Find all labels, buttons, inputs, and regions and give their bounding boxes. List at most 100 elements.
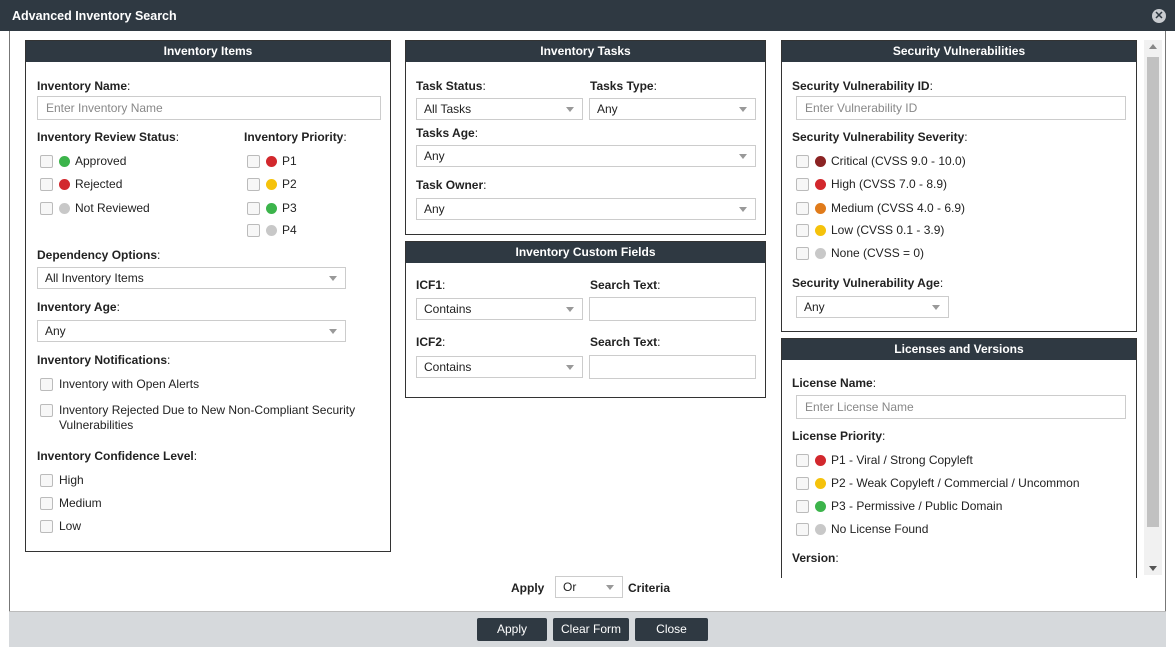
vulnerability-id-input[interactable]: Enter Vulnerability ID	[796, 96, 1126, 120]
red-license-icon	[815, 454, 826, 466]
licenses-header: Licenses and Versions	[782, 339, 1136, 360]
scrollbar[interactable]	[1144, 40, 1162, 575]
chevron-down-icon	[606, 585, 614, 590]
inventory-name-input[interactable]: Enter Inventory Name	[37, 96, 381, 120]
apply-button[interactable]: Apply	[477, 618, 547, 641]
tasks-type-select[interactable]: Any	[589, 98, 756, 120]
gray-severity-icon	[815, 247, 826, 259]
close-button[interactable]: Close	[635, 618, 708, 641]
scroll-up-icon[interactable]	[1149, 44, 1157, 49]
confidence-medium-checkbox[interactable]: Medium	[40, 496, 102, 510]
criteria-label: Criteria	[628, 581, 671, 595]
priority-p1-checkbox[interactable]: P1	[247, 154, 297, 168]
red-priority-icon	[266, 155, 277, 167]
task-owner-select[interactable]: Any	[416, 198, 756, 220]
dependency-options-label: Dependency Options:	[37, 248, 161, 262]
review-rejected-checkbox[interactable]: Rejected	[40, 177, 122, 191]
severity-low-checkbox[interactable]: Low (CVSS 0.1 - 3.9)	[796, 223, 944, 237]
gray-status-icon	[59, 202, 70, 214]
vulnerability-severity-label: Security Vulnerability Severity:	[792, 130, 968, 144]
inventory-tasks-header: Inventory Tasks	[406, 41, 765, 62]
chevron-down-icon	[932, 305, 940, 310]
priority-p3-checkbox[interactable]: P3	[247, 201, 297, 215]
icf1-operator-select[interactable]: Contains	[416, 298, 583, 320]
inventory-name-label: Inventory Name:	[37, 79, 131, 93]
rejected-noncompliant-checkbox[interactable]: Inventory Rejected Due to New Non-Compli…	[40, 403, 380, 433]
tasks-age-select[interactable]: Any	[416, 145, 756, 167]
gray-priority-icon	[266, 224, 277, 236]
yellow-license-icon	[815, 477, 826, 489]
inventory-age-label: Inventory Age:	[37, 300, 120, 314]
icf1-label: ICF1:	[416, 278, 446, 292]
task-status-select[interactable]: All Tasks	[416, 98, 583, 120]
priority-p4-checkbox[interactable]: P4	[247, 223, 297, 237]
confidence-low-checkbox[interactable]: Low	[40, 519, 81, 533]
chevron-down-icon	[329, 276, 337, 281]
license-name-label: License Name:	[792, 376, 877, 390]
license-priority-label: License Priority:	[792, 429, 886, 443]
confidence-level-label: Inventory Confidence Level:	[37, 449, 198, 463]
chevron-down-icon	[566, 307, 574, 312]
inventory-items-header: Inventory Items	[26, 41, 390, 62]
scroll-down-icon[interactable]	[1149, 566, 1157, 571]
gray-license-icon	[815, 523, 826, 535]
chevron-down-icon	[329, 329, 337, 334]
tasks-age-label: Tasks Age:	[416, 126, 479, 140]
icf2-operator-select[interactable]: Contains	[416, 356, 583, 378]
icf1-search-text-label: Search Text:	[590, 278, 661, 292]
criteria-operator-select[interactable]: Or	[555, 576, 623, 598]
dialog-title: Advanced Inventory Search	[12, 9, 177, 23]
tasks-type-label: Tasks Type:	[590, 79, 657, 93]
green-status-icon	[59, 155, 70, 167]
icf2-search-input[interactable]	[589, 355, 756, 379]
darkred-severity-icon	[815, 155, 826, 167]
severity-critical-checkbox[interactable]: Critical (CVSS 9.0 - 10.0)	[796, 154, 966, 168]
dialog-titlebar: Advanced Inventory Search ✕	[0, 0, 1175, 31]
severity-medium-checkbox[interactable]: Medium (CVSS 4.0 - 6.9)	[796, 201, 965, 215]
license-p2-checkbox[interactable]: P2 - Weak Copyleft / Commercial / Uncomm…	[796, 476, 1080, 490]
license-name-input[interactable]: Enter License Name	[796, 395, 1126, 419]
yellow-priority-icon	[266, 178, 277, 190]
license-none-checkbox[interactable]: No License Found	[796, 522, 928, 536]
yellow-severity-icon	[815, 224, 826, 236]
review-not-reviewed-checkbox[interactable]: Not Reviewed	[40, 201, 150, 215]
open-alerts-checkbox[interactable]: Inventory with Open Alerts	[40, 377, 199, 391]
icf1-search-input[interactable]	[589, 297, 756, 321]
chevron-down-icon	[739, 107, 747, 112]
inventory-age-select[interactable]: Any	[37, 320, 346, 342]
apply-criteria-label: Apply	[511, 581, 545, 595]
priority-p2-checkbox[interactable]: P2	[247, 177, 297, 191]
green-license-icon	[815, 500, 826, 512]
green-priority-icon	[266, 202, 277, 214]
severity-none-checkbox[interactable]: None (CVSS = 0)	[796, 246, 924, 260]
version-label: Version:	[792, 551, 839, 565]
review-status-label: Inventory Review Status:	[37, 130, 180, 144]
inventory-notifications-label: Inventory Notifications:	[37, 353, 171, 367]
task-status-label: Task Status:	[416, 79, 486, 93]
vulnerability-id-label: Security Vulnerability ID:	[792, 79, 933, 93]
task-owner-label: Task Owner:	[416, 178, 487, 192]
review-approved-checkbox[interactable]: Approved	[40, 154, 126, 168]
chevron-down-icon	[566, 365, 574, 370]
severity-high-checkbox[interactable]: High (CVSS 7.0 - 8.9)	[796, 177, 947, 191]
chevron-down-icon	[739, 207, 747, 212]
license-p1-checkbox[interactable]: P1 - Viral / Strong Copyleft	[796, 453, 973, 467]
security-vulnerabilities-header: Security Vulnerabilities	[782, 41, 1136, 62]
custom-fields-header: Inventory Custom Fields	[406, 242, 765, 263]
red-status-icon	[59, 178, 70, 190]
close-icon[interactable]: ✕	[1152, 9, 1166, 23]
vulnerability-age-select[interactable]: Any	[796, 296, 949, 318]
dependency-options-select[interactable]: All Inventory Items	[37, 267, 346, 289]
vulnerability-age-label: Security Vulnerability Age:	[792, 276, 944, 290]
confidence-high-checkbox[interactable]: High	[40, 473, 84, 487]
clear-form-button[interactable]: Clear Form	[553, 618, 629, 641]
chevron-down-icon	[739, 154, 747, 159]
icf2-search-text-label: Search Text:	[590, 335, 661, 349]
license-p3-checkbox[interactable]: P3 - Permissive / Public Domain	[796, 499, 1002, 513]
scrollbar-thumb[interactable]	[1147, 57, 1159, 527]
orange-severity-icon	[815, 202, 826, 214]
red-severity-icon	[815, 178, 826, 190]
icf2-label: ICF2:	[416, 335, 446, 349]
chevron-down-icon	[566, 107, 574, 112]
inventory-priority-label: Inventory Priority:	[244, 130, 347, 144]
